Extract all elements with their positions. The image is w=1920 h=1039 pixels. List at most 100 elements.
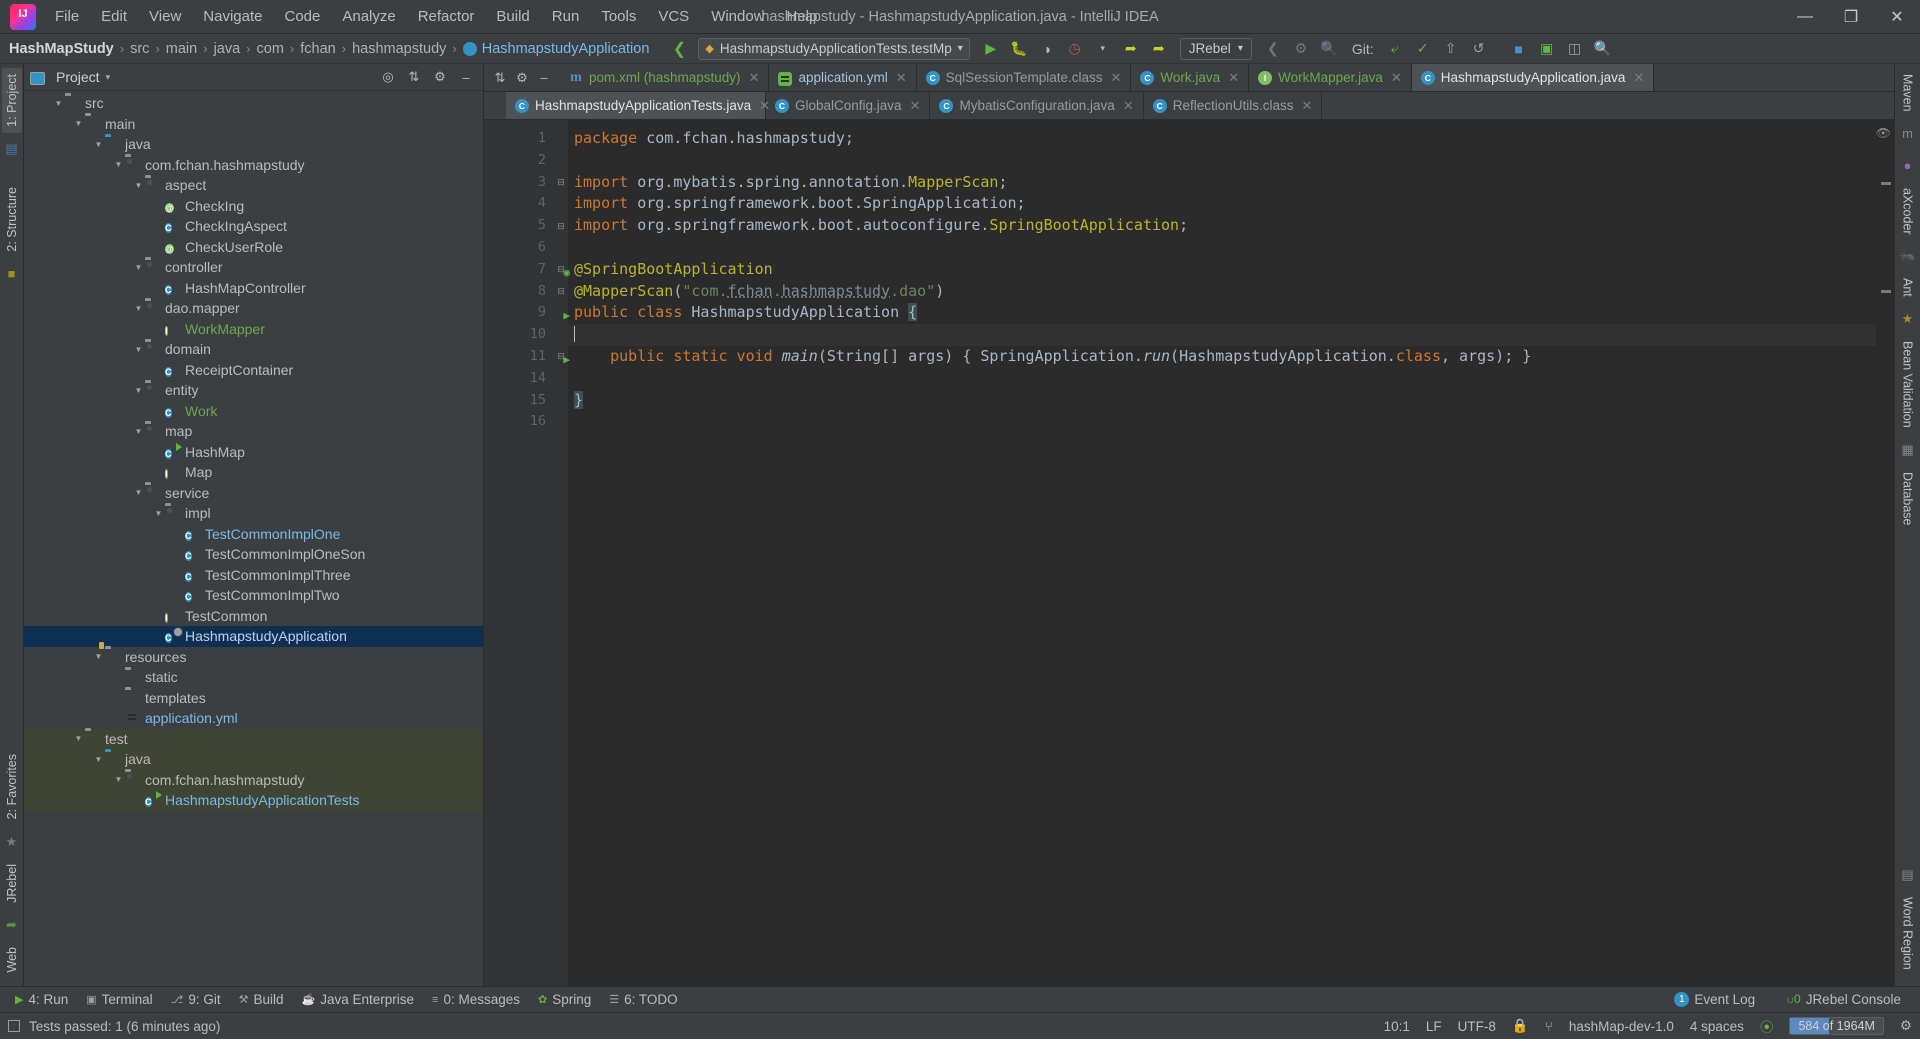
search-everywhere-icon[interactable]: 🔍 xyxy=(1316,37,1342,61)
code-line[interactable] xyxy=(568,411,1876,433)
menu-item-run[interactable]: Run xyxy=(541,4,591,29)
tree-node-com-fchan-hashmapstudy[interactable]: ▼ com.fchan.hashmapstudy xyxy=(24,769,483,790)
tool-window-event-log[interactable]: 1 Event Log xyxy=(1665,989,1764,1010)
profiler-button[interactable]: ◷ xyxy=(1062,37,1088,61)
tree-node-java[interactable]: ▼ java xyxy=(24,134,483,155)
editor-tab-hashmapstudyapplication-java[interactable]: C HashmapstudyApplication.java ✕ xyxy=(1411,64,1655,91)
code-line[interactable] xyxy=(568,324,1876,346)
fold-marker[interactable] xyxy=(554,193,568,215)
expand-icon[interactable]: ⇅ xyxy=(490,67,510,89)
debug-button[interactable]: 🐛 xyxy=(1006,37,1032,61)
menu-item-file[interactable]: File xyxy=(44,4,90,29)
code-line[interactable]: import org.mybatis.spring.annotation.Map… xyxy=(568,172,1876,194)
tree-node-test[interactable]: ▼ test xyxy=(24,728,483,749)
tool-tab-web[interactable]: Web xyxy=(2,941,22,978)
tree-node-domain[interactable]: ▼ domain xyxy=(24,339,483,360)
close-tab-icon[interactable]: ✕ xyxy=(1123,98,1134,114)
change-marker[interactable] xyxy=(1881,182,1891,185)
git-update-icon[interactable]: ⤶ xyxy=(1382,37,1408,61)
menu-item-analyze[interactable]: Analyze xyxy=(331,4,406,29)
fold-marker[interactable] xyxy=(554,128,568,150)
status-toggle-icon[interactable] xyxy=(8,1020,20,1032)
plugins-icon[interactable]: ■ xyxy=(1506,37,1532,61)
settings-gear-icon[interactable]: ⚙ xyxy=(512,67,532,89)
tree-node-impl[interactable]: ▼ impl xyxy=(24,503,483,524)
fold-marker[interactable] xyxy=(554,324,568,346)
breadcrumb-item-java[interactable]: java xyxy=(214,41,241,57)
close-tab-icon[interactable]: ✕ xyxy=(1302,98,1313,114)
tree-node-hashmap[interactable]: ▼C HashMap xyxy=(24,442,483,463)
menu-item-vcs[interactable]: VCS xyxy=(647,4,700,29)
code-line[interactable] xyxy=(568,237,1876,259)
jrebel-debug-button[interactable]: ➦ xyxy=(1146,37,1172,61)
expand-arrow-icon[interactable]: ▼ xyxy=(112,160,125,169)
close-tab-icon[interactable]: ✕ xyxy=(1111,70,1122,86)
expand-arrow-icon[interactable]: ▼ xyxy=(112,775,125,784)
tree-node-src[interactable]: ▼ src xyxy=(24,93,483,114)
menu-item-refactor[interactable]: Refactor xyxy=(407,4,486,29)
star-icon[interactable]: ★ xyxy=(3,833,21,851)
tool-window-9--git[interactable]: ⎇ 9: Git xyxy=(162,989,230,1010)
settings-sync-icon[interactable]: ⚙ xyxy=(1288,37,1314,61)
expand-arrow-icon[interactable]: ▼ xyxy=(132,488,145,497)
chevron-down-icon[interactable]: ▾ xyxy=(1090,37,1116,61)
menu-item-build[interactable]: Build xyxy=(485,4,540,29)
menu-item-view[interactable]: View xyxy=(138,4,192,29)
file-encoding[interactable]: UTF-8 xyxy=(1458,1019,1496,1034)
jrebel-icon[interactable]: ➦ xyxy=(3,916,21,934)
editor-tab-globalconfig-java[interactable]: C GlobalConfig.java ✕ xyxy=(766,92,931,119)
fold-marker[interactable]: ⊟ xyxy=(554,172,568,194)
tool-window-build[interactable]: ⚒ Build xyxy=(230,989,293,1010)
editor-tab-pom-xml--hashmapstudy-[interactable]: m pom.xml (hashmapstudy) ✕ xyxy=(560,64,770,91)
settings-gear-icon[interactable]: ⚙ xyxy=(429,67,451,88)
tree-node-aspect[interactable]: ▼ aspect xyxy=(24,175,483,196)
minimize-icon[interactable]: – xyxy=(534,67,554,89)
tree-node-testcommonimpltwo[interactable]: ▼C TestCommonImplTwo xyxy=(24,585,483,606)
tree-node-service[interactable]: ▼ service xyxy=(24,483,483,504)
close-tab-icon[interactable]: ✕ xyxy=(1391,70,1402,86)
tree-node-checking[interactable]: ▼@ CheckIng xyxy=(24,196,483,217)
editor-tab-hashmapstudyapplicationtests-java[interactable]: C HashmapstudyApplicationTests.java ✕ xyxy=(506,92,770,119)
tree-node-work[interactable]: ▼C Work xyxy=(24,401,483,422)
tree-node-checkuserrole[interactable]: ▼@ CheckUserRole xyxy=(24,237,483,258)
database-icon[interactable]: ▦ xyxy=(1899,441,1917,459)
tool-tab-jrebel[interactable]: JRebel xyxy=(2,858,22,909)
tree-node-hashmapstudyapplicationtests[interactable]: ▼C HashmapstudyApplicationTests xyxy=(24,790,483,811)
close-tab-icon[interactable]: ✕ xyxy=(749,70,760,86)
lock-icon[interactable]: 🔒 xyxy=(1512,1018,1529,1034)
fold-marker[interactable] xyxy=(554,390,568,412)
code-line[interactable]: public class HashmapstudyApplication { xyxy=(568,302,1876,324)
close-tab-icon[interactable]: ✕ xyxy=(910,98,921,114)
bean-icon[interactable]: ★ xyxy=(1899,310,1917,328)
expand-arrow-icon[interactable]: ▼ xyxy=(132,181,145,190)
breadcrumb-current[interactable]: HashmapstudyApplication xyxy=(482,41,650,57)
expand-arrow-icon[interactable]: ▼ xyxy=(152,509,165,518)
git-commit-icon[interactable]: ✓ xyxy=(1410,37,1436,61)
tree-node-main[interactable]: ▼ main xyxy=(24,114,483,135)
git-push-icon[interactable]: ⇧ xyxy=(1438,37,1464,61)
tool-window-0--messages[interactable]: ≡ 0: Messages xyxy=(423,989,529,1010)
tree-node-testcommonimplthree[interactable]: ▼C TestCommonImplThree xyxy=(24,565,483,586)
tree-node-receiptcontainer[interactable]: ▼C ReceiptContainer xyxy=(24,360,483,381)
code-line[interactable]: public static void main(String[] args) {… xyxy=(568,346,1876,368)
inspection-icon[interactable]: ⦿ xyxy=(1760,1016,1774,1036)
git-history-icon[interactable]: ↺ xyxy=(1466,37,1492,61)
ant-icon[interactable]: 🐜 xyxy=(1899,247,1917,265)
tool-window-spring[interactable]: ✿ Spring xyxy=(529,989,600,1010)
layout-icon[interactable]: ◫ xyxy=(1562,37,1588,61)
tree-node-testcommonimploneson[interactable]: ▼C TestCommonImplOneSon xyxy=(24,544,483,565)
code-line[interactable]: package com.fchan.hashmapstudy; xyxy=(568,128,1876,150)
back-arrow-icon[interactable]: ❮ xyxy=(666,37,692,61)
tool-tab-favorites[interactable]: 2: Favorites xyxy=(2,748,22,825)
tool-tab-bean-validation[interactable]: Bean Validation xyxy=(1898,335,1918,434)
run-configuration-selector[interactable]: ◆ HashmapstudyApplicationTests.testMp ▾ xyxy=(698,37,970,60)
tool-tab-structure[interactable]: 2: Structure xyxy=(2,181,22,258)
close-button[interactable]: ✕ xyxy=(1874,0,1920,34)
tree-node-templates[interactable]: ▼ templates xyxy=(24,688,483,709)
code-editor[interactable]: 1 2 3 4 5 6 7 ◉ 8 9 ▶ 10 11 ▶ 14 15 16 ⊟ ⊟ ⊟ ⊟ ⊟ package com… xyxy=(484,120,1894,986)
code-line[interactable]: @SpringBootApplication xyxy=(568,259,1876,281)
close-tab-icon[interactable]: ✕ xyxy=(1228,70,1239,86)
maven-icon[interactable]: m xyxy=(1899,125,1917,143)
tool-tab-axcoder[interactable]: aXcoder xyxy=(1898,182,1918,241)
expand-arrow-icon[interactable]: ▼ xyxy=(132,386,145,395)
